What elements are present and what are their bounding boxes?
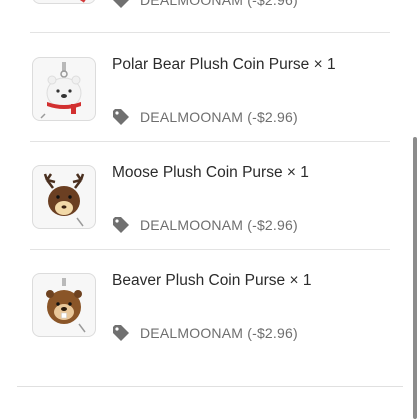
discount-code-label: DEALMOONAM (-$2.96) — [140, 217, 298, 233]
discount-code: DEALMOONAM (-$2.96) — [112, 216, 298, 234]
discount-code: DEALMOONAM (-$2.96) — [112, 108, 298, 126]
price-tag-icon — [113, 325, 129, 341]
moose-plush-icon — [43, 173, 85, 227]
price-tag-icon — [113, 0, 129, 8]
product-thumbnail — [32, 165, 96, 229]
discount-code-label: DEALMOONAM (-$2.96) — [140, 0, 298, 8]
product-thumbnail — [32, 273, 96, 337]
product-thumbnail — [32, 0, 96, 4]
product-name[interactable]: Moose Plush Coin Purse × 1 — [112, 164, 309, 182]
discount-code: DEALMOONAM (-$2.96) — [112, 0, 298, 9]
list-item[interactable]: DEALMOONAM (-$2.96) — [30, 0, 390, 24]
plush-coin-purse-icon — [79, 0, 86, 3]
list-item[interactable]: Beaver Plush Coin Purse × 1 DEALMOONAM (… — [30, 249, 390, 357]
discount-code-label: DEALMOONAM (-$2.96) — [140, 325, 298, 341]
list-item[interactable]: Polar Bear Plush Coin Purse × 1 DEALMOON… — [30, 33, 390, 141]
scrollbar[interactable] — [413, 137, 417, 419]
discount-code-label: DEALMOONAM (-$2.96) — [140, 109, 298, 125]
beaver-plush-icon — [46, 278, 86, 333]
price-tag-icon — [113, 217, 129, 233]
list-item[interactable]: Moose Plush Coin Purse × 1 DEALMOONAM (-… — [30, 141, 390, 249]
product-thumbnail — [32, 57, 96, 121]
discount-code: DEALMOONAM (-$2.96) — [112, 324, 298, 342]
product-name[interactable]: Polar Bear Plush Coin Purse × 1 — [112, 56, 336, 74]
polar-bear-plush-icon — [40, 62, 82, 119]
section-divider — [17, 386, 403, 387]
product-name[interactable]: Beaver Plush Coin Purse × 1 — [112, 272, 311, 290]
price-tag-icon — [113, 109, 129, 125]
